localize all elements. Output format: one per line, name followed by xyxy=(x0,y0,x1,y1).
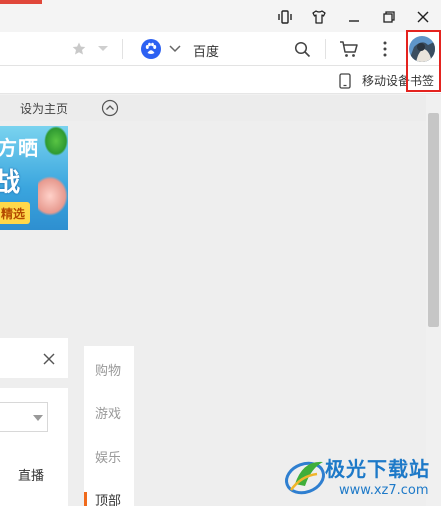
banner-fish-image xyxy=(38,176,68,216)
baidu-paw-icon[interactable] xyxy=(140,38,162,60)
close-x-icon[interactable] xyxy=(41,351,57,367)
divider xyxy=(122,39,123,59)
banner-title-line2: 战 xyxy=(0,168,22,198)
shirt-icon[interactable] xyxy=(308,6,330,28)
sidenav-item-top[interactable]: 顶部 xyxy=(95,490,121,506)
watermark-logo-icon xyxy=(285,461,325,495)
banner-leaf-decoration xyxy=(44,126,68,156)
mobile-bookmarks-label[interactable]: 移动设备书签 xyxy=(362,72,434,89)
cart-icon[interactable] xyxy=(338,39,360,59)
page-top-nav: 设为主页 xyxy=(0,95,426,121)
title-bar xyxy=(0,0,441,32)
vibrate-icon[interactable] xyxy=(274,6,296,28)
engine-chevron-down-icon[interactable] xyxy=(167,42,183,56)
collapse-up-icon[interactable] xyxy=(101,99,119,117)
divider xyxy=(325,39,326,59)
side-category-nav: 购物 游戏 娱乐 顶部 xyxy=(84,346,134,506)
search-icon[interactable] xyxy=(293,40,311,58)
address-bar: 百度 xyxy=(0,32,441,66)
watermark-main-text: 极光下载站 xyxy=(325,457,430,481)
sidenav-item-games[interactable]: 游戏 xyxy=(95,403,121,422)
restore-icon[interactable] xyxy=(378,6,400,28)
minimize-icon[interactable] xyxy=(343,6,365,28)
avatar[interactable] xyxy=(408,35,436,63)
sidenav-item-entertainment[interactable]: 娱乐 xyxy=(95,447,121,466)
page-scrollbar[interactable] xyxy=(426,95,441,506)
bookmark-bar: 移动设备书签 xyxy=(0,66,441,94)
more-vertical-icon[interactable] xyxy=(378,40,392,58)
sidenav-item-shopping[interactable]: 购物 xyxy=(95,360,121,379)
sidenav-active-indicator xyxy=(84,492,87,506)
scroll-thumb[interactable] xyxy=(428,113,439,327)
search-engine-label[interactable]: 百度 xyxy=(193,41,219,60)
banner-title-line1: 方晒 xyxy=(0,136,39,160)
watermark-url-text: www.xz7.com xyxy=(339,483,429,498)
tab-live[interactable]: 直播 xyxy=(18,465,44,484)
select-dropdown[interactable] xyxy=(0,402,48,432)
title-accent-bar xyxy=(0,0,42,4)
close-icon[interactable] xyxy=(412,6,434,28)
mobile-device-icon[interactable] xyxy=(338,72,352,90)
banner-ad[interactable]: 方晒 战 精选 xyxy=(0,126,68,230)
watermark: 极光下载站 www.xz7.com xyxy=(283,450,441,506)
notice-panel xyxy=(0,338,68,378)
set-home-link[interactable]: 设为主页 xyxy=(20,100,68,117)
chevron-down-icon[interactable] xyxy=(96,43,110,55)
star-icon[interactable] xyxy=(70,40,88,58)
banner-button[interactable]: 精选 xyxy=(0,202,30,224)
dropdown-arrow-icon xyxy=(33,415,43,421)
